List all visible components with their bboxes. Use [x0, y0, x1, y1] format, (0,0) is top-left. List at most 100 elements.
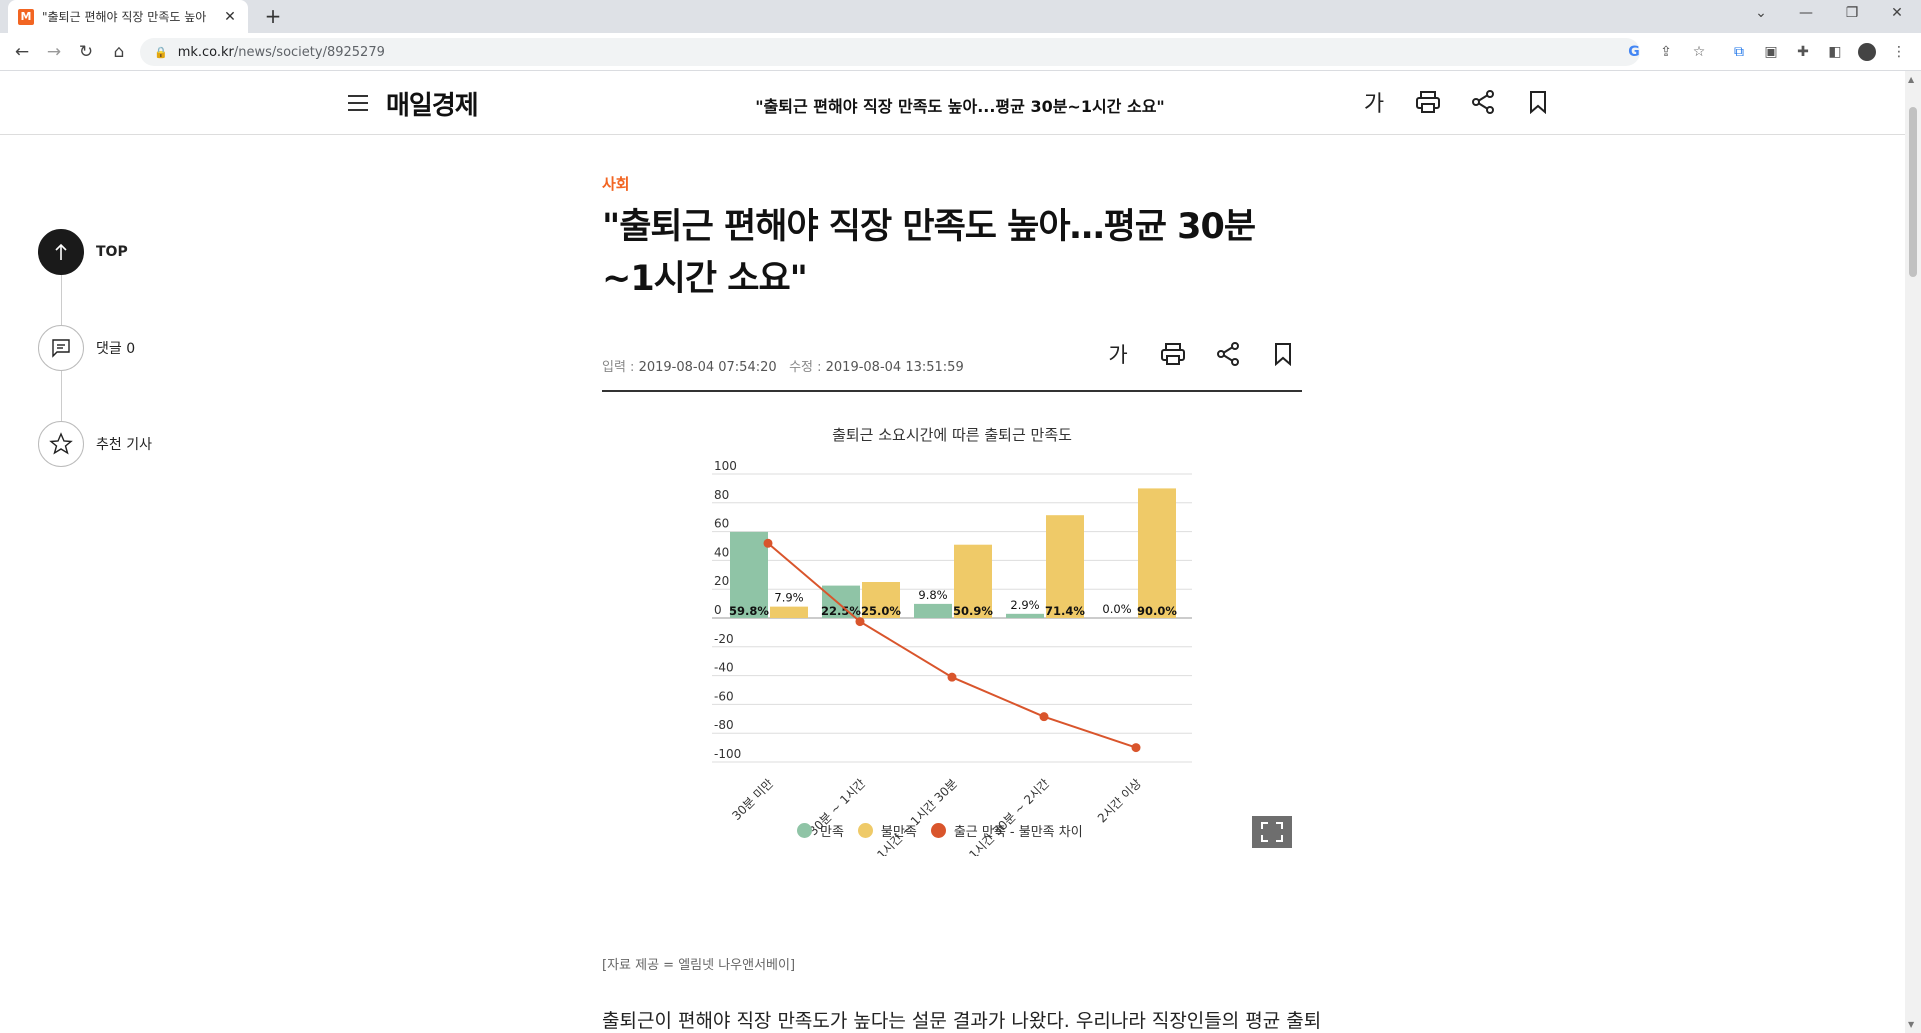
- difference-point: [1039, 712, 1049, 722]
- y-tick-label: -100: [714, 747, 741, 761]
- side-nav-comments-label: 댓글 0: [96, 341, 136, 357]
- url-host: mk.co.kr: [177, 44, 234, 60]
- y-tick-label: -40: [714, 661, 734, 675]
- browser-toolbar: ← → ↻ ⌂ 🔒 mk.co.kr/news/society/8925279 …: [0, 33, 1921, 71]
- legend-dot-icon: [930, 823, 946, 838]
- modified-label: 수정 :: [789, 360, 826, 375]
- menu-icon[interactable]: [348, 95, 368, 111]
- url-path: /news/society/8925279: [233, 44, 385, 60]
- print-icon[interactable]: [1413, 87, 1443, 117]
- x-tick-label: 30분 미만: [729, 776, 776, 823]
- legend-item-difference[interactable]: 출근 만족 - 불만족 차이: [930, 821, 1083, 840]
- browser-tab-bar: M "출퇴근 편해야 직장 만족도 높아 ✕ + ⌄ — ❐ ✕: [0, 0, 1921, 33]
- article-body-paragraph: 출퇴근이 편해야 직장 만족도가 높다는 설문 결과가 나왔다. 우리나라 직장…: [602, 1010, 1322, 1032]
- article-font-size-button[interactable]: 가: [1102, 338, 1134, 370]
- site-logo[interactable]: 매일경제: [386, 85, 479, 122]
- y-tick-label: 0: [714, 603, 722, 617]
- reload-icon[interactable]: ↻: [75, 41, 97, 63]
- bar-data-label: 71.4%: [1045, 604, 1085, 618]
- restore-window-button[interactable]: ❐: [1840, 5, 1864, 21]
- legend-dot-icon: [857, 823, 873, 838]
- y-tick-label: -60: [714, 689, 734, 703]
- difference-point: [855, 617, 865, 627]
- fullscreen-button[interactable]: [1252, 816, 1292, 848]
- site-favicon-icon: M: [18, 8, 34, 25]
- y-tick-label: 20: [714, 574, 729, 588]
- profile-avatar[interactable]: [1858, 43, 1876, 61]
- bar-data-label: 90.0%: [1137, 604, 1177, 618]
- difference-point: [947, 672, 957, 682]
- scroll-down-icon[interactable]: ▼: [1908, 1020, 1914, 1029]
- side-nav-comments[interactable]: 댓글 0: [38, 325, 135, 371]
- y-tick-label: -20: [714, 632, 734, 646]
- bookmark-star-icon[interactable]: ☆: [1690, 43, 1708, 61]
- chart-source: [자료 제공 = 엘림넷 나우앤서베이]: [602, 958, 796, 973]
- browser-menu-icon[interactable]: ⋮: [1890, 43, 1908, 61]
- address-bar[interactable]: 🔒 mk.co.kr/news/society/8925279: [140, 38, 1640, 66]
- legend-label: 만족: [820, 825, 844, 840]
- bar-data-label: 0.0%: [1102, 602, 1131, 616]
- legend-label: 불만족: [880, 825, 917, 840]
- scroll-up-icon[interactable]: ▲: [1908, 75, 1914, 84]
- side-nav-recommended[interactable]: 추천 기사: [38, 421, 152, 467]
- translate-extension-icon[interactable]: ⧉: [1730, 43, 1748, 61]
- legend-dot-icon: [797, 823, 812, 838]
- scroll-thumb[interactable]: [1909, 107, 1917, 277]
- legend-item-satisfied[interactable]: 만족: [797, 821, 844, 840]
- new-tab-button[interactable]: +: [262, 6, 284, 28]
- header-article-title: "출퇴근 편해야 직장 만족도 높아...평균 30분~1시간 소요": [755, 97, 1165, 116]
- chart-container: 출퇴근 소요시간에 따른 출퇴근 만족도 100 80 60 40 20 0 -20 -40 -…: [602, 416, 1302, 856]
- arrow-up-icon: [38, 229, 84, 275]
- article-headline: "출퇴근 편해야 직장 만족도 높아…평균 30분 ~1시간 소요": [602, 201, 1302, 305]
- article-print-icon[interactable]: [1157, 338, 1189, 370]
- lock-icon: 🔒: [154, 45, 168, 59]
- comment-icon: [38, 325, 84, 371]
- bar-data-label: 2.9%: [1010, 598, 1039, 612]
- legend-item-unsatisfied[interactable]: 불만족: [857, 821, 917, 840]
- article-divider: [602, 390, 1302, 392]
- article-share-icon[interactable]: [1212, 338, 1244, 370]
- side-nav-top[interactable]: TOP: [38, 229, 128, 275]
- share-page-icon[interactable]: ⇪: [1657, 43, 1675, 61]
- home-icon[interactable]: ⌂: [108, 41, 130, 63]
- fullscreen-icon: [1261, 822, 1283, 842]
- close-tab-icon[interactable]: ✕: [222, 9, 238, 25]
- modified-date: 2019-08-04 13:51:59: [825, 360, 964, 375]
- chart-title: 출퇴근 소요시간에 따른 출퇴근 만족도: [832, 426, 1072, 444]
- bar-data-label: 25.0%: [861, 604, 901, 618]
- minimize-window-button[interactable]: —: [1794, 5, 1818, 21]
- extension-icon[interactable]: ▣: [1762, 43, 1780, 61]
- side-nav-top-label: TOP: [96, 244, 128, 260]
- page-scrollbar[interactable]: ▲ ▼: [1905, 71, 1921, 1033]
- back-icon[interactable]: ←: [11, 41, 33, 63]
- difference-point: [763, 538, 773, 548]
- extensions-puzzle-icon[interactable]: ✚: [1794, 43, 1812, 61]
- bookmark-icon[interactable]: [1523, 87, 1553, 117]
- side-nav-recommended-label: 추천 기사: [96, 437, 152, 453]
- chart-legend: 만족 불만족 출근 만족 - 불만족 차이: [797, 821, 1097, 840]
- page-viewport: 매일경제 "출퇴근 편해야 직장 만족도 높아...평균 30분~1시간 소요"…: [0, 71, 1905, 1033]
- headline-line-2: ~1시간 소요": [602, 259, 808, 299]
- y-tick-label: 100: [714, 459, 737, 473]
- y-tick-label: -80: [714, 718, 734, 732]
- bar-data-label: 50.9%: [953, 604, 993, 618]
- article-bookmark-icon[interactable]: [1267, 338, 1299, 370]
- browser-tab[interactable]: M "출퇴근 편해야 직장 만족도 높아 ✕: [8, 0, 248, 33]
- published-date: 2019-08-04 07:54:20: [638, 360, 777, 375]
- forward-icon[interactable]: →: [43, 41, 65, 63]
- font-size-button[interactable]: 가: [1359, 87, 1389, 117]
- google-lens-icon[interactable]: G: [1625, 43, 1643, 61]
- article-category[interactable]: 사회: [602, 173, 630, 194]
- y-tick-label: 60: [714, 517, 729, 531]
- site-header: 매일경제 "출퇴근 편해야 직장 만족도 높아...평균 30분~1시간 소요"…: [0, 71, 1905, 135]
- difference-point: [1131, 743, 1141, 753]
- bar: [1138, 488, 1176, 618]
- side-panel-icon[interactable]: ◧: [1826, 43, 1844, 61]
- bar: [1006, 613, 1044, 618]
- tab-title: "출퇴근 편해야 직장 만족도 높아: [42, 10, 207, 24]
- close-window-button[interactable]: ✕: [1885, 5, 1909, 21]
- tab-search-icon[interactable]: ⌄: [1749, 5, 1773, 21]
- share-icon[interactable]: [1468, 87, 1498, 117]
- headline-line-1: "출퇴근 편해야 직장 만족도 높아…평균 30분: [602, 207, 1256, 247]
- x-tick-label: 2시간 이상: [1095, 776, 1144, 825]
